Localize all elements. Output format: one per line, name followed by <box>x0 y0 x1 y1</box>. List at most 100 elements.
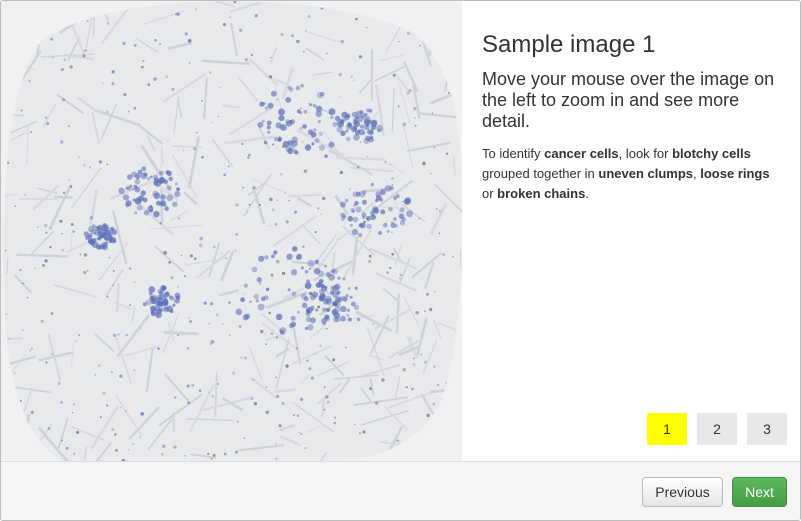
stain-speckle <box>165 75 169 79</box>
cell-nucleus <box>331 309 338 316</box>
stain-speckle <box>61 232 64 235</box>
stain-speckle <box>94 374 96 376</box>
stain-speckle <box>83 164 86 167</box>
hint-keyword: loose rings <box>700 166 770 181</box>
cell-nucleus <box>399 220 406 226</box>
sample-pager: 123 <box>647 413 787 445</box>
stain-speckle <box>170 276 174 279</box>
sample-viewer-panel: Sample image 1 Move your mouse over the … <box>0 0 801 521</box>
cell-nucleus <box>345 129 349 133</box>
stain-speckle <box>187 401 191 405</box>
stain-speckle <box>111 427 115 431</box>
stain-speckle <box>195 131 198 134</box>
stain-speckle <box>368 387 373 391</box>
stain-speckle <box>324 264 327 268</box>
stain-speckle <box>210 457 213 460</box>
cell-nucleus <box>153 210 160 218</box>
hint-keyword: cancer cells <box>544 146 619 161</box>
cell-nucleus <box>368 119 372 124</box>
stain-speckle <box>84 48 88 52</box>
cell-nucleus <box>110 226 115 231</box>
footer-bar: Previous Next <box>1 461 800 520</box>
stain-speckle <box>272 143 275 146</box>
cell-nucleus <box>312 128 317 132</box>
stain-speckle <box>59 219 63 223</box>
stain-speckle <box>401 200 404 203</box>
cell-nucleus <box>334 296 341 303</box>
stain-speckle <box>219 86 221 89</box>
hint-keyword: blotchy cells <box>672 146 751 161</box>
cell-nucleus <box>370 182 375 187</box>
stain-speckle <box>344 346 347 349</box>
stain-speckle <box>241 142 244 146</box>
cell-nucleus <box>340 201 347 208</box>
stain-speckle <box>307 15 311 18</box>
stain-speckle <box>222 323 224 325</box>
stain-speckle <box>300 83 304 88</box>
stain-speckle <box>75 430 80 434</box>
cell-nucleus <box>257 303 265 311</box>
cell-nucleus <box>318 296 324 302</box>
stain-speckle <box>299 127 303 131</box>
cell-nucleus <box>353 304 360 311</box>
cell-nucleus <box>235 308 243 316</box>
cell-nucleus <box>104 229 111 236</box>
cell-nucleus <box>352 191 359 198</box>
stain-speckle <box>182 149 185 152</box>
stroma-fiber <box>115 283 121 313</box>
stain-speckle <box>159 222 162 225</box>
stain-speckle <box>426 292 429 296</box>
stain-speckle <box>303 169 308 173</box>
stain-speckle <box>4 249 7 252</box>
cell-nucleus <box>353 126 357 131</box>
stain-speckle <box>46 121 50 125</box>
stain-speckle <box>354 423 356 426</box>
cell-nucleus <box>386 229 390 233</box>
stain-speckle <box>127 110 130 113</box>
stain-speckle <box>323 408 326 411</box>
stain-speckle <box>113 433 117 436</box>
stain-speckle <box>314 230 317 234</box>
stain-speckle <box>223 173 226 177</box>
stroma-fiber <box>171 145 202 149</box>
cell-nucleus <box>366 108 371 113</box>
page-button-1[interactable]: 1 <box>647 413 687 445</box>
cell-nucleus <box>314 259 319 264</box>
page-button-3[interactable]: 3 <box>747 413 787 445</box>
previous-button[interactable]: Previous <box>642 477 723 507</box>
stain-speckle <box>317 207 320 210</box>
hint-text: or <box>482 186 498 201</box>
cell-nucleus <box>267 130 271 134</box>
cell-nucleus <box>174 191 181 198</box>
stain-speckle <box>342 277 346 281</box>
stain-speckle <box>28 79 31 83</box>
cell-nucleus <box>354 286 358 290</box>
stain-speckle <box>228 301 231 305</box>
stain-speckle <box>209 342 213 346</box>
stain-speckle <box>326 52 328 55</box>
stain-speckle <box>59 140 64 144</box>
cell-nucleus <box>291 291 297 297</box>
stain-speckle <box>312 104 317 108</box>
stain-speckle <box>243 356 248 360</box>
stain-speckle <box>231 371 236 375</box>
cell-nucleus <box>174 182 179 186</box>
stain-speckle <box>264 106 269 110</box>
cell-nucleus <box>325 307 331 313</box>
cell-nucleus <box>332 317 339 323</box>
stain-speckle <box>177 286 179 288</box>
stain-speckle <box>212 245 216 249</box>
stain-speckle <box>146 176 151 181</box>
cell-nucleus <box>285 119 291 125</box>
next-button[interactable]: Next <box>732 477 787 507</box>
tissue-sample-image[interactable] <box>1 1 462 461</box>
stain-speckle <box>129 304 132 306</box>
page-button-2[interactable]: 2 <box>697 413 737 445</box>
stain-speckle <box>438 210 442 213</box>
stain-speckle <box>253 401 258 406</box>
cell-nucleus <box>273 250 278 255</box>
cell-nucleus <box>266 120 272 126</box>
stain-speckle <box>67 125 70 128</box>
stain-speckle <box>340 39 344 44</box>
cell-nucleus <box>141 166 147 172</box>
